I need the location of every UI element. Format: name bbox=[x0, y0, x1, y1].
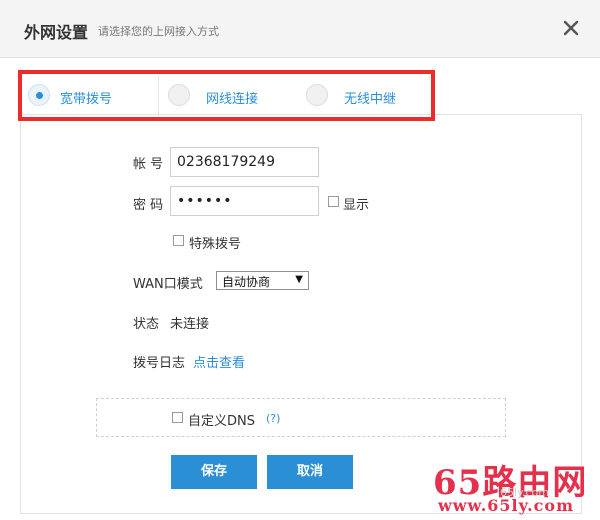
radio-unselected-icon bbox=[168, 84, 190, 106]
tab-broadband-dial[interactable]: 宽带拨号 bbox=[20, 72, 158, 120]
tab-label: 无线中继 bbox=[344, 92, 397, 107]
tab-cable-connection[interactable]: 网线连接 bbox=[160, 72, 290, 120]
wan-mode-value: 自动协商 bbox=[222, 275, 271, 289]
dialog-subtitle: 请选择您的上网接入方式 bbox=[98, 25, 219, 38]
special-dial-label: 特殊拨号 bbox=[189, 237, 242, 252]
password-label: 密 码 bbox=[133, 198, 164, 213]
tab-divider bbox=[158, 76, 159, 116]
show-password-label: 显示 bbox=[343, 198, 370, 213]
special-dial-checkbox[interactable] bbox=[173, 235, 184, 246]
close-icon[interactable] bbox=[558, 15, 584, 41]
status-label: 状态 bbox=[133, 317, 160, 332]
dial-log-label: 拨号日志 bbox=[133, 356, 186, 371]
connection-type-tabs: 宽带拨号 网线连接 无线中继 bbox=[20, 72, 435, 120]
password-input[interactable] bbox=[170, 186, 319, 216]
custom-dns-checkbox[interactable] bbox=[172, 412, 183, 423]
radio-unselected-icon bbox=[306, 84, 328, 106]
dial-log-link[interactable]: 点击查看 bbox=[193, 352, 245, 371]
dialog-header: 外网设置 请选择您的上网接入方式 bbox=[0, 0, 600, 58]
dropdown-arrow-icon: ▼ bbox=[295, 274, 303, 285]
radio-selected-icon bbox=[28, 84, 50, 106]
tab-label: 宽带拨号 bbox=[60, 92, 113, 107]
help-icon[interactable]: (?) bbox=[266, 412, 280, 425]
custom-dns-label: 自定义DNS bbox=[188, 414, 255, 429]
tab-label: 网线连接 bbox=[206, 92, 259, 107]
cancel-button[interactable]: 取消 bbox=[267, 455, 353, 489]
account-label: 帐 号 bbox=[133, 157, 164, 172]
dialog-title: 外网设置 bbox=[24, 23, 89, 42]
wan-mode-label: WAN口模式 bbox=[133, 277, 203, 292]
tab-wireless-relay[interactable]: 无线中继 bbox=[298, 72, 428, 120]
account-input[interactable] bbox=[170, 147, 319, 177]
show-password-checkbox[interactable] bbox=[328, 196, 339, 207]
wan-mode-select[interactable]: 自动协商 ▼ bbox=[216, 271, 309, 290]
status-value: 未连接 bbox=[170, 317, 210, 332]
dns-section bbox=[96, 398, 506, 437]
watermark-url: www.65ly.com bbox=[438, 496, 574, 515]
save-button[interactable]: 保存 bbox=[171, 455, 257, 489]
